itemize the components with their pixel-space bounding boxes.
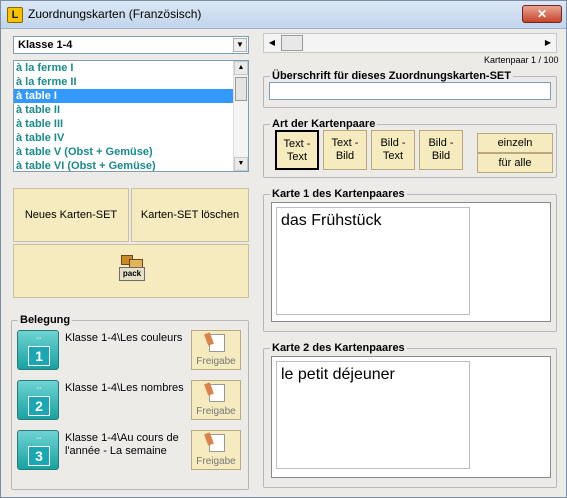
pair-type-option[interactable]: Text - Text <box>275 130 319 170</box>
card2-text: le petit déjeuner <box>281 366 395 383</box>
scroll-right-icon[interactable]: ▶ <box>540 35 556 51</box>
list-item[interactable]: à table I <box>14 89 248 103</box>
pack-icon-label: pack <box>119 267 145 281</box>
scroll-thumb[interactable] <box>235 77 247 101</box>
pair-type-line2: Text <box>382 150 404 162</box>
list-item[interactable]: à table VI (Obst + Gemüse) <box>14 159 248 171</box>
pack-button[interactable]: pack <box>13 244 249 298</box>
release-label: Freigabe <box>196 356 236 367</box>
new-set-button[interactable]: Neues Karten-SET <box>13 188 129 242</box>
close-button[interactable]: ✕ <box>522 5 562 23</box>
pair-type-line1: Bild - <box>380 137 406 149</box>
pair-type-line2: Bild <box>335 150 355 162</box>
scroll-down-icon[interactable]: ▼ <box>234 157 248 171</box>
class-select-value: Klasse 1-4 <box>18 39 73 51</box>
swap-icon: ⇔ <box>35 333 43 342</box>
app-window: L Zuordnungskarten (Französisch) ✕ Klass… <box>0 0 567 498</box>
pair-type-line1: Bild - <box>428 137 454 149</box>
class-select[interactable]: Klasse 1-4 ▼ <box>13 36 249 54</box>
pair-type-line1: Text - <box>331 137 359 149</box>
chevron-down-icon[interactable]: ▼ <box>233 38 247 52</box>
pair-type-line2: Bild <box>431 150 451 162</box>
card-pair-scrollbar[interactable]: ◀ ▶ <box>263 33 557 53</box>
slot-icon[interactable]: ⇔ 2 <box>17 380 59 420</box>
mode-all-button[interactable]: für alle <box>477 153 553 173</box>
release-button[interactable]: Freigabe <box>191 380 241 420</box>
list-item[interactable]: à la ferme II <box>14 75 248 89</box>
swap-icon: ⇔ <box>35 383 43 392</box>
document-icon <box>209 384 225 402</box>
heading-legend: Überschrift für dieses Zuordnungskarten-… <box>272 70 511 82</box>
slot-icon[interactable]: ⇔ 1 <box>17 330 59 370</box>
pair-type-option[interactable]: Text - Bild <box>323 130 367 170</box>
release-button[interactable]: Freigabe <box>191 330 241 370</box>
document-icon <box>209 334 225 352</box>
delete-set-button[interactable]: Karten-SET löschen <box>131 188 249 242</box>
slot-label: Klasse 1-4\Au cours de l'année - La sema… <box>65 432 179 457</box>
card1-text: das Frühstück <box>281 212 382 229</box>
card2-legend: Karte 2 des Kartenpaares <box>272 342 405 354</box>
card1-box[interactable]: das Frühstück <box>271 202 551 322</box>
title-bar: L Zuordnungskarten (Französisch) ✕ <box>1 1 566 29</box>
swap-icon: ⇔ <box>35 433 43 442</box>
pager-thumb[interactable] <box>281 35 303 51</box>
list-item[interactable]: à table III <box>14 117 248 131</box>
list-item[interactable]: à table IV <box>14 131 248 145</box>
card-pair-counter: Kartenpaar 1 / 100 <box>484 55 559 65</box>
slot-label: Klasse 1-4\Les couleurs <box>65 332 183 344</box>
document-icon <box>209 434 225 452</box>
card1-content[interactable]: das Frühstück <box>276 207 470 315</box>
mode-single-button[interactable]: einzeln <box>477 133 553 153</box>
slot-number: 1 <box>28 346 50 366</box>
slot-number: 2 <box>28 396 50 416</box>
scroll-up-icon[interactable]: ▲ <box>234 61 248 75</box>
list-item[interactable]: à table V (Obst + Gemüse) <box>14 145 248 159</box>
card2-content[interactable]: le petit déjeuner <box>276 361 470 469</box>
release-label: Freigabe <box>196 456 236 467</box>
slot-number: 3 <box>28 446 50 466</box>
pair-type-line1: Text - <box>283 138 311 150</box>
app-icon: L <box>7 7 23 23</box>
pair-type-option[interactable]: Bild - Bild <box>419 130 463 170</box>
heading-input[interactable] <box>269 82 551 100</box>
slot-label: Klasse 1-4\Les nombres <box>65 382 184 394</box>
release-button[interactable]: Freigabe <box>191 430 241 470</box>
window-title: Zuordnungskarten (Französisch) <box>28 7 202 21</box>
list-item[interactable]: à table II <box>14 103 248 117</box>
release-label: Freigabe <box>196 406 236 417</box>
card2-box[interactable]: le petit déjeuner <box>271 356 551 478</box>
slot-icon[interactable]: ⇔ 3 <box>17 430 59 470</box>
pair-type-line2: Text <box>286 151 308 163</box>
list-item[interactable]: à la ferme I <box>14 61 248 75</box>
pair-type-option[interactable]: Bild - Text <box>371 130 415 170</box>
client-area: Klasse 1-4 ▼ à la ferme Ià la ferme II à … <box>5 30 562 495</box>
pack-icon: pack <box>119 255 145 281</box>
scroll-left-icon[interactable]: ◀ <box>264 35 280 51</box>
set-list[interactable]: à la ferme Ià la ferme II à table Ià tabl… <box>13 60 249 172</box>
set-list-scrollbar[interactable]: ▲ ▼ <box>233 61 248 171</box>
card1-legend: Karte 1 des Kartenpaares <box>272 188 405 200</box>
